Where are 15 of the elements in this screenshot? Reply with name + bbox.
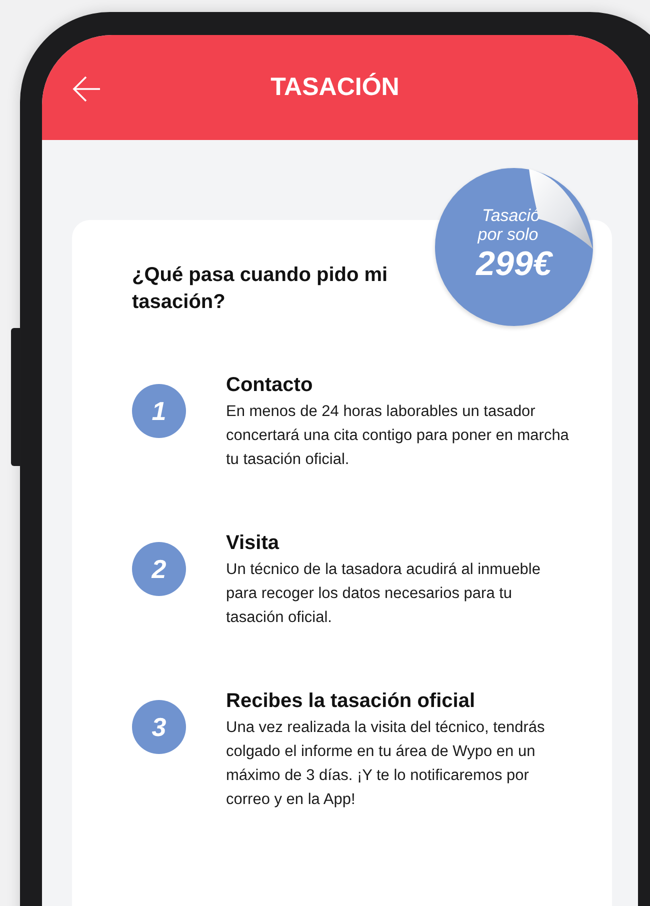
step-description: Un técnico de la tasadora acudirá al inmueble para recoger los datos necesarios para tu tasación oficial.	[226, 560, 542, 628]
back-arrow-icon[interactable]	[72, 75, 102, 103]
step-description: Una vez realizada la visita del técnico, tendrás colgado el informe en tu área de Wypo en un máximo de 3 días. ¡Y te lo notificaremos por correo y en la App!	[226, 718, 546, 810]
step-number: 2	[132, 542, 186, 596]
step-title: Recibes la tasación oficial	[226, 689, 476, 714]
sticker-price: 299€	[476, 244, 552, 284]
step-title: Contacto	[226, 373, 314, 398]
sticker-text: por solo	[478, 225, 538, 244]
step-title: Visita	[226, 531, 280, 556]
step-number: 1	[132, 384, 186, 438]
step-number: 3	[132, 700, 186, 754]
card-heading: ¿Qué pasa cuando pido mi tasación?	[132, 263, 389, 315]
sticker-text: Tasació	[482, 206, 540, 225]
screen-title: TASACIÓN	[270, 73, 400, 102]
step-description: En menos de 24 horas laborables un tasador concertará una cita contigo para poner en marcha tu tasación oficial.	[226, 402, 570, 470]
